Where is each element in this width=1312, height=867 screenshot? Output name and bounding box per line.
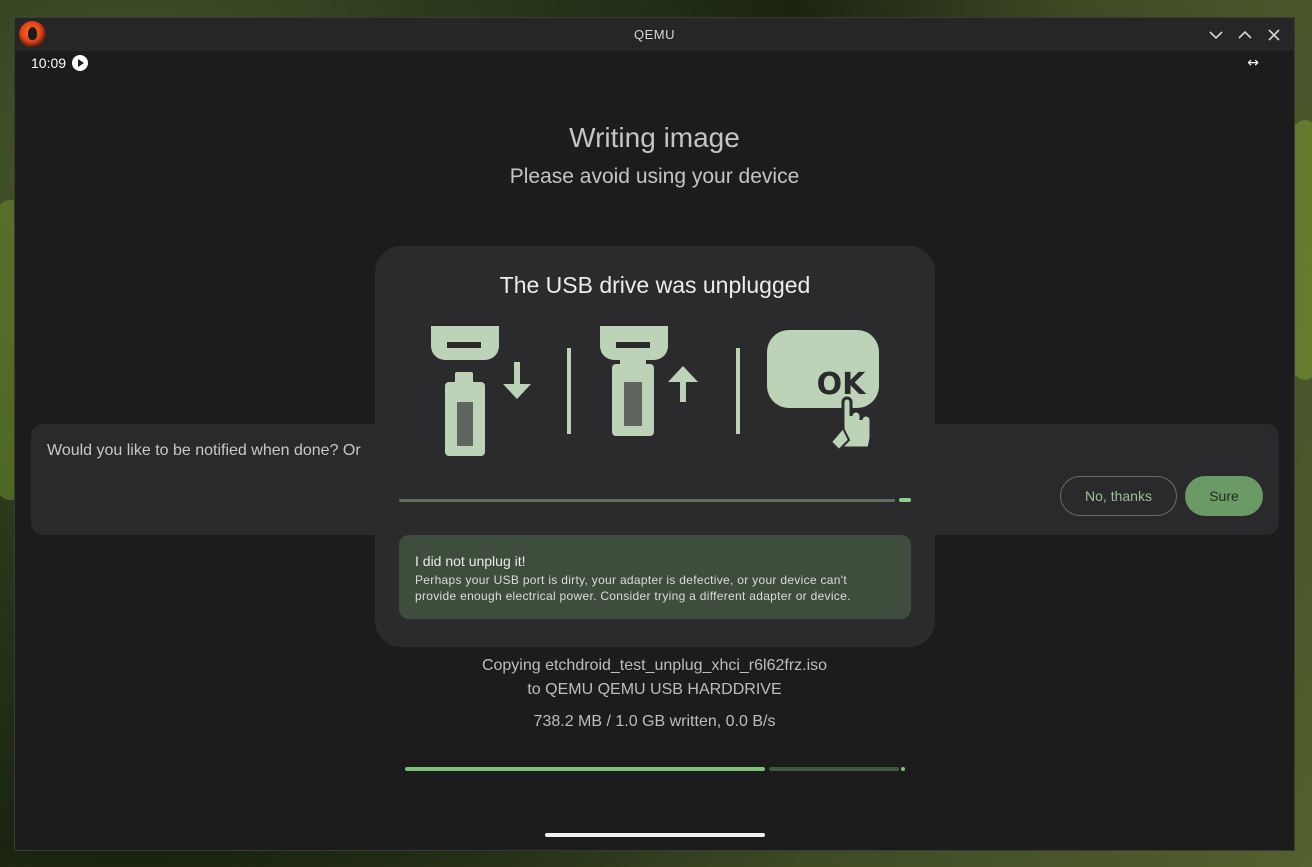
- notify-text: Would you like to be notified when done?…: [47, 442, 361, 459]
- usb-unplug-icon: [431, 326, 531, 456]
- android-screen: 10:09 ↔ Writing image Please avoid using…: [15, 51, 1294, 850]
- divider: [567, 348, 571, 434]
- progress-end-dot: [901, 767, 905, 771]
- ok-label: OK: [817, 367, 868, 402]
- dialog-title: The USB drive was unplugged: [499, 272, 811, 298]
- minimize-button[interactable]: [1201, 18, 1230, 51]
- copy-stats: 738.2 MB / 1.0 GB written, 0.0 B/s: [533, 713, 776, 730]
- progress-fill: [405, 767, 765, 771]
- info-body-line: Perhaps your USB port is dirty, your ada…: [415, 573, 847, 587]
- progress-track: [769, 767, 899, 771]
- maximize-button[interactable]: [1230, 18, 1259, 51]
- resize-icon[interactable]: ↔: [1247, 55, 1259, 71]
- play-icon: [72, 55, 89, 71]
- page-title: Writing image: [569, 122, 740, 153]
- qemu-logo-icon: [19, 21, 46, 48]
- copy-target: to QEMU QEMU USB HARDDRIVE: [527, 681, 782, 698]
- chevron-down-icon: [1208, 30, 1223, 39]
- usb-unplugged-dialog: The USB drive was unplugged OK I did not…: [375, 246, 935, 647]
- divider: [736, 348, 740, 434]
- window-title: QEMU: [634, 27, 675, 42]
- clock: 10:09: [31, 55, 67, 71]
- info-body: Perhaps your USB port is dirty, your ada…: [415, 572, 895, 604]
- tap-ok-icon: OK: [767, 330, 879, 452]
- chevron-up-icon: [1237, 30, 1252, 39]
- info-title: I did not unplug it!: [415, 553, 526, 569]
- status-bar: 10:09: [31, 55, 89, 71]
- no-thanks-button[interactable]: No, thanks: [1060, 476, 1177, 516]
- usb-illustration: OK: [431, 326, 879, 456]
- dialog-progress-indicator: [899, 498, 911, 502]
- title-bar[interactable]: QEMU: [15, 18, 1294, 51]
- copy-source: Copying etchdroid_test_unplug_xhci_r6l62…: [481, 657, 828, 674]
- usb-plug-icon: [600, 326, 698, 436]
- dialog-progress-track: [399, 499, 895, 502]
- gesture-nav-handle[interactable]: [545, 833, 765, 837]
- sure-button[interactable]: Sure: [1185, 476, 1263, 516]
- info-box[interactable]: I did not unplug it! Perhaps your USB po…: [399, 535, 911, 619]
- write-progress-bar: [405, 767, 905, 771]
- info-body-line: provide enough electrical power. Conside…: [415, 589, 851, 603]
- qemu-window: QEMU 10:09 ↔ Writing image Please avoid …: [14, 17, 1295, 851]
- close-icon: [1267, 28, 1280, 41]
- page-subtitle: Please avoid using your device: [509, 165, 800, 188]
- window-controls: [1201, 18, 1288, 51]
- close-button[interactable]: [1259, 18, 1288, 51]
